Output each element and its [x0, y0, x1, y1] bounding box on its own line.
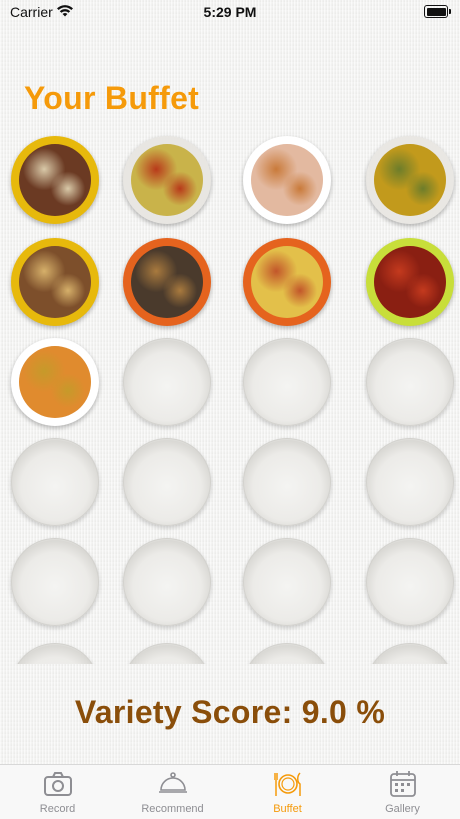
food-image [374, 246, 446, 318]
tab-label: Buffet [273, 803, 302, 815]
clock: 5:29 PM [203, 4, 257, 20]
food-image [251, 246, 323, 318]
buffet-plate-grid [0, 128, 460, 664]
cloche-icon [157, 770, 189, 798]
food-image [19, 246, 91, 318]
food-plate-spaghetti[interactable] [243, 238, 331, 326]
empty-plate[interactable] [123, 338, 211, 426]
empty-plate[interactable] [11, 438, 99, 526]
food-plate-braised-meat[interactable] [11, 238, 99, 326]
camera-icon [42, 770, 74, 798]
calendar-icon [387, 770, 419, 798]
empty-plate[interactable] [123, 538, 211, 626]
battery-icon [424, 5, 451, 18]
tab-label: Recommend [141, 803, 204, 815]
tab-record[interactable]: Record [0, 765, 115, 819]
fork-plate-knife-icon [272, 770, 304, 798]
empty-plate[interactable] [366, 538, 454, 626]
food-plate-spicy-stir-fry[interactable] [366, 238, 454, 326]
food-plate-breakfast-plate[interactable] [11, 338, 99, 426]
empty-plate[interactable] [11, 538, 99, 626]
empty-plate[interactable] [366, 338, 454, 426]
empty-plate[interactable] [366, 438, 454, 526]
page-title: Your Buffet [24, 80, 200, 116]
empty-plate[interactable] [243, 338, 331, 426]
food-image [374, 144, 446, 216]
tab-bar: Record Recommend Buffet Gallery [0, 764, 460, 819]
food-image [19, 346, 91, 418]
food-plate-fried-rice[interactable] [123, 136, 211, 224]
empty-plate[interactable] [123, 643, 211, 664]
food-plate-noodle-salad[interactable] [243, 136, 331, 224]
food-plate-curry-rice[interactable] [366, 136, 454, 224]
empty-plate[interactable] [243, 438, 331, 526]
empty-plate[interactable] [366, 643, 454, 664]
food-image [131, 144, 203, 216]
empty-plate[interactable] [123, 438, 211, 526]
tab-gallery[interactable]: Gallery [345, 765, 460, 819]
food-plate-meat-stew[interactable] [11, 136, 99, 224]
tab-recommend[interactable]: Recommend [115, 765, 230, 819]
empty-plate[interactable] [243, 643, 331, 664]
tab-buffet[interactable]: Buffet [230, 765, 345, 819]
food-image [19, 144, 91, 216]
food-image [251, 144, 323, 216]
variety-score: Variety Score: 9.0 % [74, 694, 386, 730]
status-bar: Carrier 5:29 PM [0, 0, 460, 24]
empty-plate[interactable] [243, 538, 331, 626]
empty-plate[interactable] [11, 643, 99, 664]
tab-label: Record [39, 803, 76, 815]
food-plate-bibimbap[interactable] [123, 238, 211, 326]
tab-label: Gallery [385, 803, 420, 815]
food-image [131, 246, 203, 318]
